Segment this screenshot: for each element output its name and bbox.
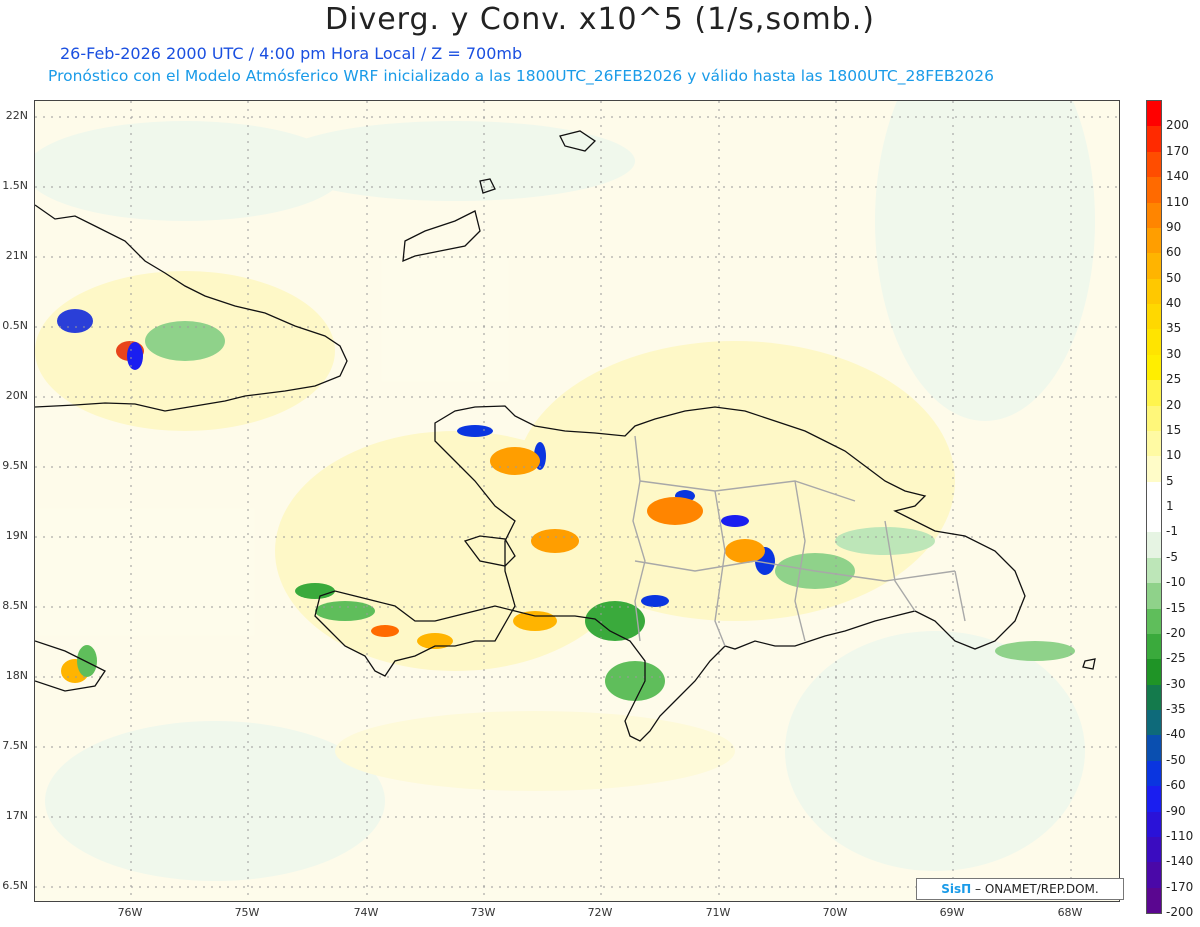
map-svg — [35, 101, 1119, 901]
colorbar-label: 20 — [1166, 397, 1182, 412]
lat-label: 9.5N — [2, 459, 28, 472]
lat-label: 19N — [5, 529, 28, 542]
colorbar-label: -140 — [1166, 854, 1194, 869]
lat-label: 21N — [5, 249, 28, 262]
colorbar-label: -60 — [1166, 778, 1186, 793]
colorbar-label: -90 — [1166, 803, 1186, 818]
lon-label: 69W — [939, 906, 965, 919]
map-area — [34, 100, 1120, 902]
colorbar-label: -170 — [1166, 879, 1194, 894]
colorbar-swatch — [1146, 304, 1162, 330]
lat-label: 17N — [5, 809, 28, 822]
colorbar-swatch — [1146, 278, 1162, 304]
colorbar-label: 40 — [1166, 296, 1182, 310]
colorbar-label: 140 — [1166, 169, 1189, 184]
lon-label: 75W — [234, 906, 260, 919]
lat-label: 0.5N — [2, 319, 28, 332]
colorbar-label: 90 — [1166, 219, 1182, 234]
colorbar-label: 200 — [1166, 118, 1189, 133]
colorbar-swatch — [1146, 633, 1162, 660]
lat-label: 1.5N — [2, 179, 28, 192]
colorbar-swatch — [1146, 786, 1162, 812]
colorbar-label: -110 — [1166, 828, 1194, 843]
colorbar-swatch — [1146, 100, 1162, 127]
lon-label: 71W — [705, 906, 731, 919]
colorbar-swatch — [1146, 354, 1162, 381]
colorbar-swatch — [1146, 557, 1162, 584]
chart-title: Diverg. y Conv. x10^5 (1/s,somb.) — [325, 2, 875, 37]
colorbar-swatch — [1146, 329, 1162, 355]
colorbar-swatch — [1146, 456, 1162, 482]
colorbar-swatch — [1146, 202, 1162, 228]
colorbar-label: -40 — [1166, 727, 1186, 742]
colorbar-label: 110 — [1166, 194, 1189, 209]
lat-label: 18N — [5, 669, 28, 682]
colorbar-swatch — [1146, 583, 1162, 609]
lat-label: 7.5N — [2, 739, 28, 752]
colorbar-label: -10 — [1166, 575, 1186, 590]
credit-brand: SisΠ — [941, 882, 972, 896]
colorbar-swatch — [1146, 532, 1162, 558]
colorbar-label: -200 — [1166, 905, 1194, 919]
colorbar-swatch — [1146, 151, 1162, 178]
lon-label: 73W — [470, 906, 496, 919]
colorbar-swatch — [1146, 253, 1162, 279]
colorbar-label: 1 — [1166, 499, 1174, 513]
lon-label: 68W — [1057, 906, 1083, 919]
lat-label: 20N — [5, 389, 28, 402]
colorbar-swatch — [1146, 811, 1162, 837]
colorbar-label: 10 — [1166, 448, 1182, 463]
colorbar-swatch — [1146, 430, 1162, 457]
colorbar-label: 60 — [1166, 245, 1182, 260]
lat-label: 6.5N — [2, 879, 28, 892]
colorbar-label: -30 — [1166, 676, 1186, 691]
lon-label: 74W — [353, 906, 379, 919]
lat-label: 8.5N — [2, 599, 28, 612]
colorbar-swatch — [1146, 507, 1162, 533]
colorbar-label: -1 — [1166, 524, 1178, 539]
credit-box: SisΠ – ONAMET/REP.DOM. — [916, 878, 1124, 900]
colorbar-label: 15 — [1166, 422, 1182, 437]
colorbar-label: -20 — [1166, 625, 1186, 640]
colorbar-label: -5 — [1166, 549, 1178, 564]
lat-label: 22N — [5, 109, 28, 122]
subtitle-model: Pronóstico con el Modelo Atmósferico WRF… — [48, 67, 994, 85]
colorbar-label: 170 — [1166, 143, 1189, 158]
colorbar-swatch — [1146, 405, 1162, 431]
colorbar-label: -25 — [1166, 651, 1186, 666]
colorbar-swatch — [1146, 177, 1162, 203]
colorbar-swatch — [1146, 735, 1162, 761]
subtitle-date: 26-Feb-2026 2000 UTC / 4:00 pm Hora Loca… — [60, 44, 523, 63]
colorbar — [1146, 100, 1162, 914]
colorbar-swatch — [1146, 684, 1162, 710]
divergence-field — [35, 101, 1119, 901]
colorbar-swatch — [1146, 836, 1162, 863]
colorbar-swatch — [1146, 227, 1162, 254]
lon-label: 76W — [117, 906, 143, 919]
colorbar-swatch — [1146, 760, 1162, 787]
colorbar-label: -50 — [1166, 752, 1186, 767]
colorbar-label: -15 — [1166, 600, 1186, 615]
colorbar-swatch — [1146, 710, 1162, 736]
colorbar-label: 25 — [1166, 372, 1182, 387]
lon-label: 70W — [822, 906, 848, 919]
lon-label: 72W — [587, 906, 613, 919]
colorbar-swatch — [1146, 862, 1162, 888]
colorbar-swatch — [1146, 380, 1162, 406]
colorbar-label: 50 — [1166, 270, 1182, 285]
colorbar-swatch — [1146, 481, 1162, 507]
credit-text: – ONAMET/REP.DOM. — [971, 882, 1099, 896]
colorbar-swatch — [1146, 887, 1162, 914]
colorbar-label: -35 — [1166, 702, 1186, 716]
colorbar-swatch — [1146, 126, 1162, 152]
colorbar-swatch — [1146, 608, 1162, 634]
colorbar-label: 30 — [1166, 346, 1182, 361]
colorbar-swatch — [1146, 659, 1162, 685]
colorbar-label: 35 — [1166, 321, 1182, 336]
colorbar-label: 5 — [1166, 473, 1174, 488]
